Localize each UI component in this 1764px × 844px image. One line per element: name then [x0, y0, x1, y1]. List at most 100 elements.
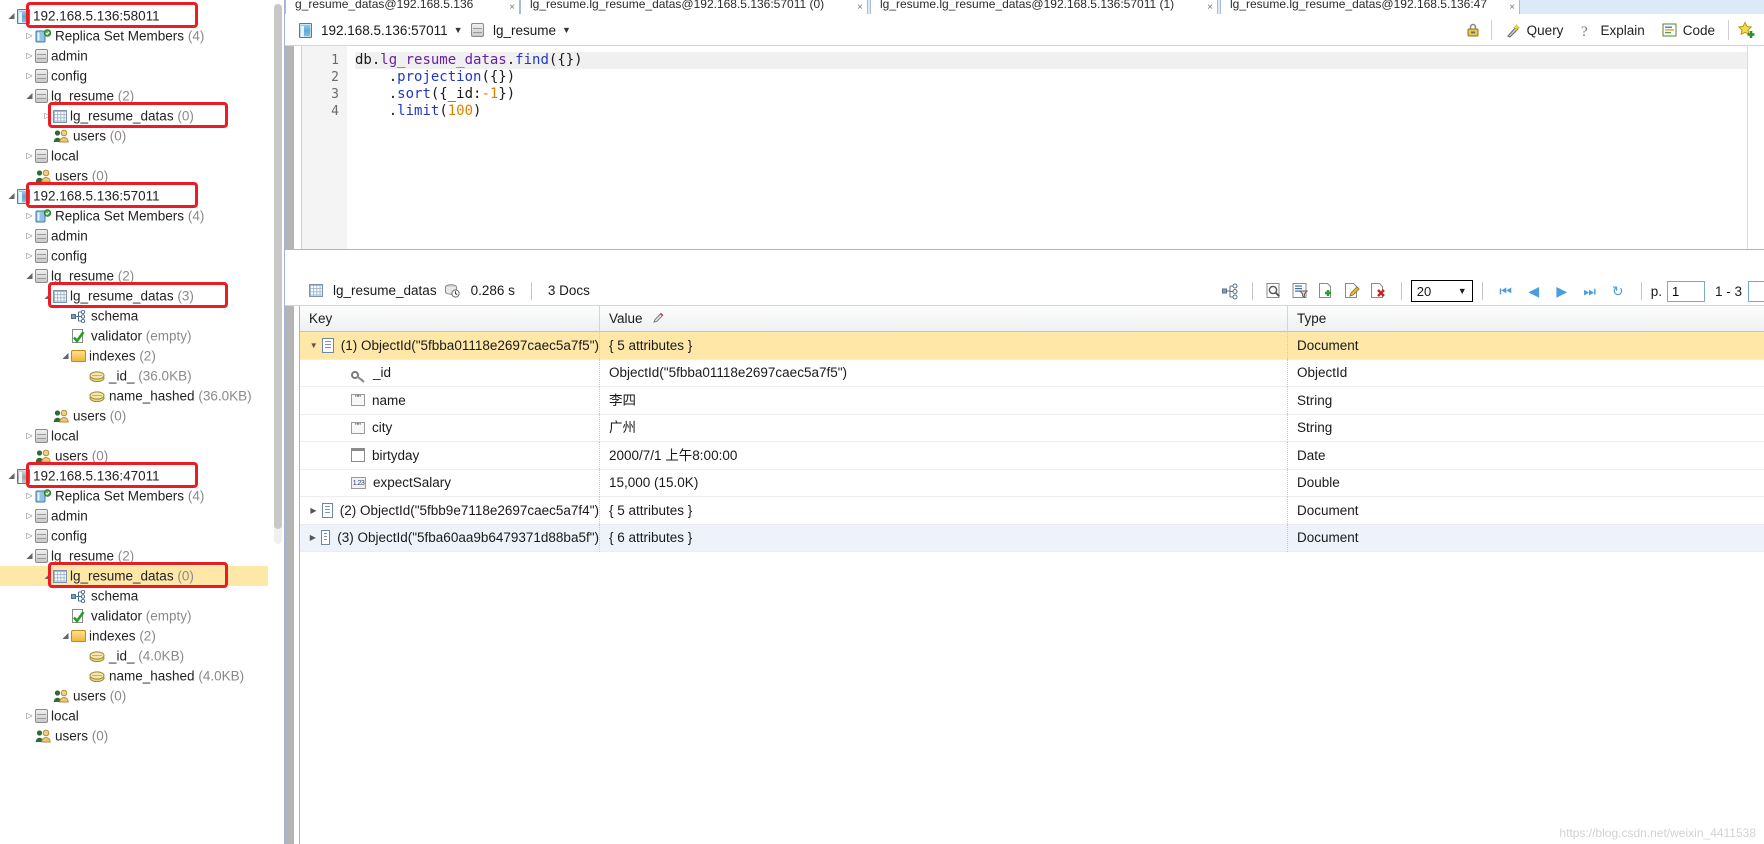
close-icon-tab-0[interactable]: × [509, 0, 515, 14]
delete-document-icon[interactable] [1366, 279, 1392, 303]
tree-node[interactable]: ▷ lg_resume_datas (0) [0, 106, 268, 126]
tree-node[interactable]: ▸schema [0, 306, 268, 326]
tree-node[interactable]: ▸users (0) [0, 446, 268, 466]
previous-page-button[interactable]: ◀ [1520, 279, 1548, 303]
table-row[interactable]: ▸1.23expectSalary15,000 (15.0K)Double [300, 469, 1764, 497]
tree-expand-toggle[interactable]: ◢ [24, 86, 35, 106]
tree-node[interactable]: ▸validator (empty) [0, 326, 268, 346]
tree-node[interactable]: ▸users (0) [0, 686, 268, 706]
tree-node[interactable]: ▸users (0) [0, 406, 268, 426]
filter-document-icon[interactable] [1288, 279, 1314, 303]
cell-value[interactable]: 李四 [600, 386, 1288, 414]
expand-toggle-icon[interactable]: ▶ [309, 497, 318, 525]
tree-expand-toggle[interactable]: ◢ [6, 186, 17, 206]
tree-expand-toggle[interactable]: ▷ [24, 46, 35, 66]
tree-node[interactable]: ▷ config [0, 66, 268, 86]
tree-node[interactable]: ◢ 192.168.5.136:47011 [0, 466, 268, 486]
cell-value[interactable]: { 6 attributes } [600, 524, 1288, 552]
last-page-button[interactable]: ⏭ [1576, 279, 1604, 303]
cell-key[interactable]: ▸_id [300, 359, 600, 387]
cell-key[interactable]: ▼ (1) ObjectId("5fbba01118e2697caec5a7f5"… [300, 331, 600, 360]
close-icon-tab-1[interactable]: × [857, 0, 863, 14]
tree-node[interactable]: ▷ admin [0, 46, 268, 66]
tree-node[interactable]: ◢ lg_resume_datas (3) [0, 286, 268, 306]
tree-expand-toggle[interactable]: ◢ [6, 6, 17, 26]
editor-vertical-scrollbar[interactable] [1747, 46, 1764, 249]
tree-expand-toggle[interactable]: ▷ [24, 246, 35, 266]
tree-view-icon[interactable] [1217, 279, 1243, 303]
expand-toggle-icon[interactable]: ▼ [309, 332, 318, 360]
first-page-button[interactable]: ⏮ [1492, 279, 1520, 303]
tree-node[interactable]: ◢ 192.168.5.136:58011 [0, 6, 268, 26]
tree-expand-toggle[interactable]: ▷ [24, 506, 35, 526]
query-toolbar[interactable]: 192.168.5.136:57011 ▼ lg_resume ▼ Query … [285, 14, 1764, 46]
cell-value[interactable]: 15,000 (15.0K) [600, 469, 1288, 497]
tree-node[interactable]: ▸_id_ (36.0KB) [0, 366, 268, 386]
cell-key[interactable]: ▸""city [300, 414, 600, 442]
tree-node[interactable]: ▸name_hashed (36.0KB) [0, 386, 268, 406]
table-row[interactable]: ▸birtyday2000/7/1 上午8:00:00 Date [300, 441, 1764, 470]
tree-node[interactable]: ◢ indexes (2) [0, 346, 268, 366]
results-toolbar[interactable]: lg_resume_datas 0.286 s 3 Docs 20 ▼ ⏮ ◀ … [285, 276, 1764, 306]
query-button[interactable]: Query [1497, 17, 1572, 43]
edit-document-icon[interactable] [1340, 279, 1366, 303]
editor-code-area[interactable]: db.lg_resume_datas.find({}) .projection(… [347, 46, 1764, 249]
tree-expand-toggle[interactable]: ▷ [24, 706, 35, 726]
tree-expand-toggle[interactable]: ▷ [24, 26, 35, 46]
add-favorite-icon[interactable] [1734, 18, 1760, 42]
tree-expand-toggle[interactable]: ▷ [24, 66, 35, 86]
cell-key[interactable]: ▸1.23expectSalary [300, 469, 600, 497]
tree-node[interactable]: ◢ lg_resume (2) [0, 546, 268, 566]
tree-node[interactable]: ◢ lg_resume_datas (0) [0, 566, 268, 586]
tree-expand-toggle[interactable]: ◢ [60, 626, 71, 646]
column-header-type[interactable]: Type [1288, 306, 1764, 332]
tree-node[interactable]: ▷ config [0, 246, 268, 266]
editor-tab-bar[interactable]: g_resume_datas@192.168.5.136 × lg_resume.l… [285, 0, 1764, 14]
column-header-key[interactable]: Key [300, 306, 600, 332]
editor-tab-0[interactable]: g_resume_datas@192.168.5.136 × [285, 0, 520, 14]
tree-node[interactable]: ▷ local [0, 426, 268, 446]
page-number-input[interactable] [1666, 280, 1705, 302]
next-page-button[interactable]: ▶ [1548, 279, 1576, 303]
tree-expand-toggle[interactable]: ◢ [42, 286, 53, 306]
tree-node[interactable]: ▷ Replica Set Members (4) [0, 206, 268, 226]
tree-node[interactable]: ▸schema [0, 586, 268, 606]
editor-tab-1[interactable]: lg_resume.lg_resume_datas@192.168.5.136:… [520, 0, 868, 14]
tree-node[interactable]: ▷ admin [0, 226, 268, 246]
sidebar-scrollbar-thumb[interactable] [274, 4, 282, 529]
tree-expand-toggle[interactable]: ▷ [24, 206, 35, 226]
tree-node[interactable]: ▸users (0) [0, 726, 268, 746]
tree-node[interactable]: ◢ indexes (2) [0, 626, 268, 646]
page-size-select[interactable]: 20 ▼ [1410, 280, 1473, 302]
tree-node[interactable]: ▷ admin [0, 506, 268, 526]
chevron-down-icon-db[interactable]: ▼ [562, 25, 571, 35]
add-document-icon[interactable] [1314, 279, 1340, 303]
tree-expand-toggle[interactable]: ◢ [24, 266, 35, 286]
editor-tab-3[interactable]: lg_resume.lg_resume_datas@192.168.5.136:… [1220, 0, 1520, 14]
range-input-clipped[interactable] [1748, 280, 1764, 302]
expand-toggle-icon[interactable]: ▶ [309, 524, 317, 552]
tree-expand-toggle[interactable]: ▷ [24, 526, 35, 546]
tree-expand-toggle[interactable]: ◢ [6, 466, 17, 486]
lock-icon[interactable] [1460, 18, 1486, 42]
tree-node[interactable]: ◢ lg_resume (2) [0, 86, 268, 106]
tree-expand-toggle[interactable]: ◢ [60, 346, 71, 366]
cell-key[interactable]: ▸""name [300, 386, 600, 414]
database-selector[interactable]: lg_resume ▼ [471, 14, 571, 46]
results-grid[interactable]: Key Value Type ▼ (1) ObjectId("5fbba01118… [300, 306, 1764, 552]
tree-node[interactable]: ◢ lg_resume (2) [0, 266, 268, 286]
connection-tree-sidebar[interactable]: ◢ 192.168.5.136:58011 ▷ Replica Set Members… [0, 0, 285, 844]
cell-value[interactable]: { 5 attributes } [600, 496, 1288, 524]
cell-key[interactable]: ▶ (2) ObjectId("5fbb9e7118e2697caec5a7f4"… [300, 496, 600, 525]
cell-value[interactable]: 广州 [600, 414, 1288, 442]
editor-tab-2[interactable]: lg_resume.lg_resume_datas@192.168.5.136:… [870, 0, 1218, 14]
query-editor[interactable]: 1 2 3 4 db.lg_resume_datas.find({}) .projec… [285, 46, 1764, 249]
tree-node[interactable]: ▷ Replica Set Members (4) [0, 26, 268, 46]
tree-node[interactable]: ▷ local [0, 146, 268, 166]
edit-pencil-icon[interactable] [652, 311, 665, 326]
tree-node[interactable]: ▸name_hashed (4.0KB) [0, 666, 268, 686]
table-row[interactable]: ▼ (1) ObjectId("5fbba01118e2697caec5a7f5"… [300, 331, 1764, 360]
chevron-down-icon[interactable]: ▼ [454, 25, 463, 35]
tree-expand-toggle[interactable]: ▷ [24, 226, 35, 246]
results-actions[interactable]: 20 ▼ ⏮ ◀ ▶ ⏭ ↻ p. 1 - 3 [1217, 276, 1764, 306]
